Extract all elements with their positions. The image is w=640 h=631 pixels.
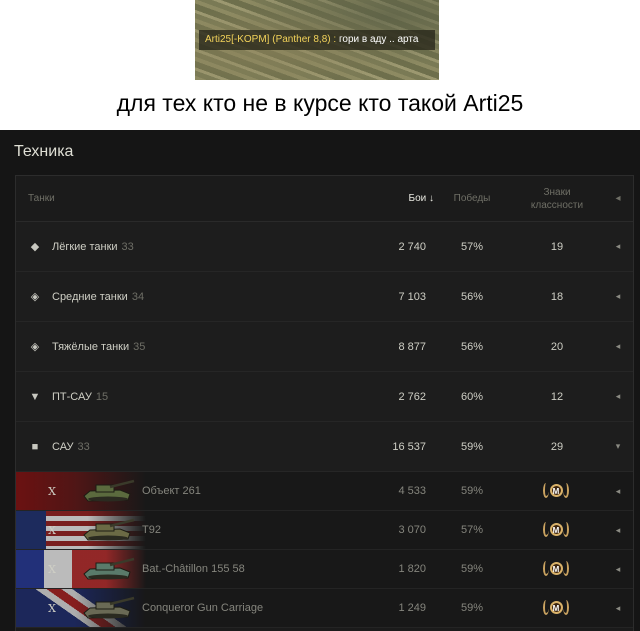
category-class-marks: 12 — [550, 390, 564, 403]
vehicle-wins: 59% — [460, 563, 484, 575]
category-class-marks: 29 — [550, 440, 564, 453]
vehicle-name: Bat.-Châtillon 155 58 — [142, 563, 245, 575]
category-battles: 8 877 — [398, 340, 426, 353]
category-wins: 57% — [460, 240, 484, 253]
category-wins: 60% — [460, 390, 484, 403]
category-class-marks: 20 — [550, 340, 564, 353]
vehicle-name: T92 — [142, 524, 161, 536]
mastery-badge-icon: M — [543, 599, 569, 617]
collapse-arrow-icon[interactable]: ◂ — [612, 176, 624, 221]
vehicle-battles: 4 533 — [398, 485, 426, 497]
collapsed-arrow-icon[interactable]: ◂ — [612, 272, 624, 321]
category-row[interactable]: ◈ Средние танки 34 7 103 56% 18 ◂ — [16, 272, 633, 322]
column-wins[interactable]: Победы — [448, 176, 496, 221]
tank-image-icon — [78, 550, 138, 588]
mastery-letter: M — [552, 603, 560, 613]
table-header: Танки Бои ↓ Победы Знаки классности ◂ — [16, 176, 633, 222]
vehicle-row[interactable]: X Conqueror Gun Carriage 1 249 59% M ◂ — [16, 589, 633, 628]
vehicle-tier: X — [48, 601, 56, 615]
mastery-letter: M — [552, 525, 560, 535]
collapsed-arrow-icon[interactable]: ◂ — [612, 550, 624, 588]
chat-screenshot: Arti25[-KOPM] (Panther 8,8) : гори в аду… — [195, 0, 439, 80]
vehicle-name: Объект 261 — [142, 485, 201, 497]
collapsed-arrow-icon[interactable]: ◂ — [612, 372, 624, 421]
vehicle-battles: 1 820 — [398, 563, 426, 575]
category-wins: 56% — [460, 340, 484, 353]
category-label: Тяжёлые танки — [52, 340, 130, 353]
category-count: 15 — [95, 390, 109, 403]
category-row[interactable]: ■ САУ 33 16 537 59% 29 ▾ — [16, 422, 633, 472]
mastery-badge-icon: M — [543, 560, 569, 578]
vehicles-table: Танки Бои ↓ Победы Знаки классности ◂ ◆ Л… — [15, 175, 634, 631]
category-wins: 56% — [460, 290, 484, 303]
category-label: САУ — [52, 440, 74, 453]
vehicle-battles: 3 070 — [398, 524, 426, 536]
column-tanks[interactable]: Танки — [28, 176, 55, 221]
vehicle-row[interactable]: X Bat.-Châtillon 155 58 1 820 59% M ◂ — [16, 550, 633, 589]
category-label: ПТ-САУ — [52, 390, 92, 403]
heavy-tank-icon: ◈ — [30, 341, 40, 353]
chat-message-line: Arti25[-KOPM] (Panther 8,8) : гори в аду… — [199, 30, 435, 50]
vehicle-name: Conqueror Gun Carriage — [142, 602, 264, 614]
vehicle-wins: 59% — [460, 485, 484, 497]
column-battles[interactable]: Бои ↓ — [376, 176, 435, 221]
mastery-badge-icon: M — [543, 482, 569, 500]
meme-caption: для тех кто не в курсе кто такой Arti25 — [116, 90, 524, 116]
vehicle-tier: X — [48, 523, 56, 537]
tank-image-icon — [78, 511, 138, 549]
category-row[interactable]: ◆ Лёгкие танки 33 2 740 57% 19 ◂ — [16, 222, 633, 272]
category-battles: 2 762 — [398, 390, 426, 403]
collapsed-arrow-icon[interactable]: ◂ — [612, 322, 624, 371]
collapsed-arrow-icon[interactable]: ◂ — [612, 511, 624, 549]
chat-player-name: Arti25[-KOPM] (Panther 8,8) : — [205, 34, 337, 45]
category-label: Средние танки — [52, 290, 128, 303]
collapsed-arrow-icon[interactable]: ◂ — [612, 472, 624, 510]
category-count: 35 — [133, 340, 146, 353]
category-label: Лёгкие танки — [52, 240, 118, 253]
category-row[interactable]: ◈ Тяжёлые танки 35 8 877 56% 20 ◂ — [16, 322, 633, 372]
category-count: 33 — [121, 240, 134, 253]
category-battles: 16 537 — [392, 440, 426, 453]
category-count: 34 — [131, 290, 145, 303]
category-battles: 2 740 — [398, 240, 426, 253]
category-count: 33 — [77, 440, 90, 453]
td-icon: ▼ — [29, 390, 41, 403]
mastery-letter: M — [552, 486, 560, 496]
medium-tank-icon: ◈ — [30, 291, 40, 303]
expanded-arrow-icon[interactable]: ▾ — [612, 422, 624, 471]
category-class-marks: 19 — [550, 240, 564, 253]
tank-image-icon — [78, 472, 138, 510]
tank-image-icon — [78, 589, 138, 627]
vehicle-battles: 1 249 — [398, 602, 426, 614]
category-battles: 7 103 — [398, 290, 426, 303]
category-class-marks: 18 — [550, 290, 564, 303]
panel-title: Техника — [14, 143, 74, 160]
vehicle-wins: 59% — [460, 602, 484, 614]
spg-icon: ■ — [31, 440, 39, 453]
column-class-marks[interactable]: Знаки классности — [521, 176, 593, 221]
vehicle-wins: 57% — [460, 524, 484, 536]
category-wins: 59% — [460, 440, 484, 453]
mastery-letter: M — [552, 564, 560, 574]
category-row[interactable]: ▼ ПТ-САУ 15 2 762 60% 12 ◂ — [16, 372, 633, 422]
vehicle-row[interactable]: X T92 3 070 57% M ◂ — [16, 511, 633, 550]
vehicles-panel: Техника Танки Бои ↓ Победы Знаки классно… — [0, 130, 640, 631]
vehicle-tier: X — [48, 562, 56, 576]
vehicle-row[interactable]: X Объект 261 4 533 59% M ◂ — [16, 472, 633, 511]
light-tank-icon: ◆ — [30, 241, 40, 253]
chat-message-text: гори в аду .. арта — [336, 34, 419, 45]
collapsed-arrow-icon[interactable]: ◂ — [612, 589, 624, 627]
vehicle-tier: X — [48, 484, 56, 498]
mastery-badge-icon: M — [543, 521, 569, 539]
collapsed-arrow-icon[interactable]: ◂ — [612, 222, 624, 271]
